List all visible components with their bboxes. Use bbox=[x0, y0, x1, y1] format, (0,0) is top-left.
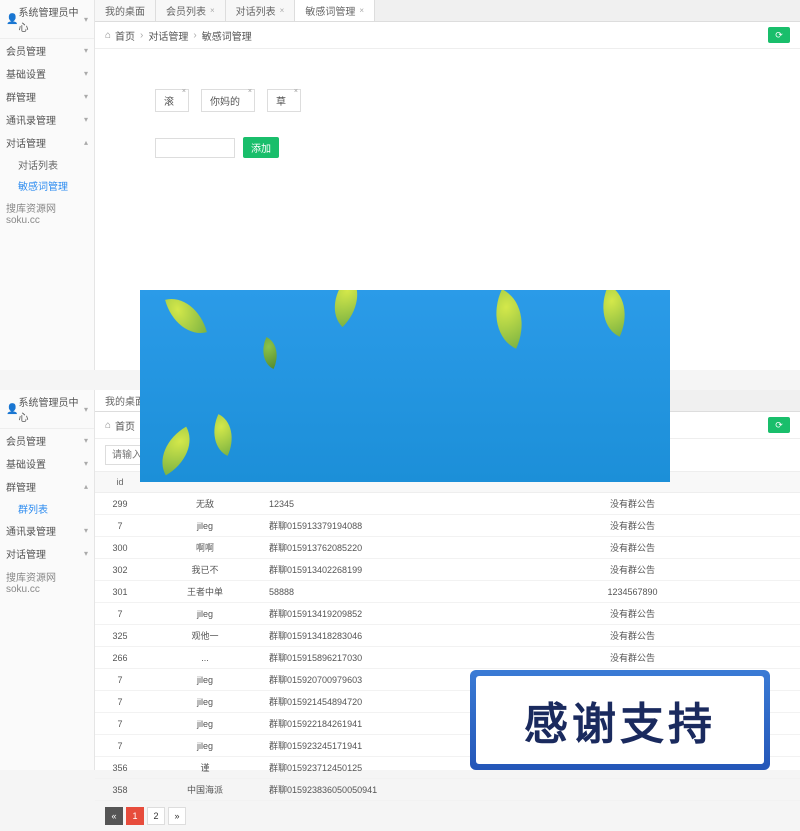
sidebar-footer: 搜库资源网soku.cc bbox=[0, 565, 94, 599]
leaf-icon bbox=[320, 290, 372, 327]
page-prev[interactable]: « bbox=[105, 807, 123, 825]
close-icon[interactable]: × bbox=[359, 6, 364, 15]
tab-sensitive[interactable]: 敏感词管理× bbox=[295, 0, 375, 21]
leaf-icon bbox=[204, 414, 242, 456]
close-icon[interactable]: × bbox=[248, 88, 252, 95]
user-icon: 👤 bbox=[6, 14, 18, 25]
refresh-button[interactable]: ⟳ bbox=[768, 27, 790, 43]
close-icon[interactable]: × bbox=[210, 6, 215, 15]
sidebar-item-group[interactable]: 群管理▴ bbox=[0, 475, 94, 498]
leaf-icon bbox=[150, 427, 202, 476]
sidebar-sub-grouplist[interactable]: 群列表 bbox=[0, 498, 94, 519]
refresh-button[interactable]: ⟳ bbox=[768, 417, 790, 433]
chevron-down-icon: ▾ bbox=[84, 549, 88, 558]
page-next[interactable]: » bbox=[168, 807, 186, 825]
close-icon[interactable]: × bbox=[182, 88, 186, 95]
table-row[interactable]: 7jileg群聊015913419209852没有群公告 bbox=[95, 603, 800, 625]
breadcrumb: ⌂ 首页 › 对话管理 › 敏感词管理 ⟳ bbox=[95, 22, 800, 49]
chevron-down-icon: ▾ bbox=[84, 405, 88, 414]
chevron-down-icon: ▾ bbox=[84, 46, 88, 55]
table-row[interactable]: 300啊啊群聊015913762085220没有群公告 bbox=[95, 537, 800, 559]
table-row[interactable]: 266...群聊015915896217030没有群公告 bbox=[95, 647, 800, 669]
sidebar-sub-sensitive[interactable]: 敏感词管理 bbox=[0, 175, 94, 196]
thanks-text: 感谢支持 bbox=[476, 676, 764, 764]
sidebar-header[interactable]: 👤 系统管理员中心 ▾ bbox=[0, 390, 94, 429]
crumb-home[interactable]: 首页 bbox=[115, 28, 135, 43]
home-icon: ⌂ bbox=[105, 420, 111, 431]
sidebar-item-member[interactable]: 会员管理▾ bbox=[0, 39, 94, 62]
sidebar-title: 系统管理员中心 bbox=[18, 394, 84, 424]
leaf-icon bbox=[591, 290, 638, 337]
chevron-down-icon: ▾ bbox=[84, 526, 88, 535]
sidebar-footer: 搜库资源网soku.cc bbox=[0, 196, 94, 230]
sidebar-item-contacts[interactable]: 通讯录管理▾ bbox=[0, 108, 94, 131]
sensitive-tag: 你妈的× bbox=[201, 89, 255, 112]
chevron-down-icon: ▾ bbox=[84, 115, 88, 124]
sidebar-header[interactable]: 👤 系统管理员中心 ▾ bbox=[0, 0, 94, 39]
sidebar-item-contacts[interactable]: 通讯录管理▾ bbox=[0, 519, 94, 542]
sidebar-item-dialog[interactable]: 对话管理▾ bbox=[0, 542, 94, 565]
table-row[interactable]: 325观他一群聊015913418283046没有群公告 bbox=[95, 625, 800, 647]
sidebar: 👤 系统管理员中心 ▾ 会员管理▾ 基础设置▾ 群管理▴ 群列表 通讯录管理▾ … bbox=[0, 390, 95, 770]
sensitive-tag: 草× bbox=[267, 89, 301, 112]
col-id[interactable]: id bbox=[95, 472, 145, 493]
leaf-icon bbox=[165, 292, 207, 341]
chevron-up-icon: ▴ bbox=[84, 138, 88, 147]
tab-desktop[interactable]: 我的桌面 bbox=[95, 0, 156, 21]
sidebar-item-member[interactable]: 会员管理▾ bbox=[0, 429, 94, 452]
close-icon[interactable]: × bbox=[294, 88, 298, 95]
chevron-down-icon: ▾ bbox=[84, 69, 88, 78]
sensitive-tag: 滚× bbox=[155, 89, 189, 112]
decorative-banner bbox=[140, 290, 670, 482]
user-icon: 👤 bbox=[6, 404, 18, 415]
tag-list: 滚× 你妈的× 草× bbox=[155, 89, 800, 112]
crumb-section[interactable]: 对话管理 bbox=[148, 28, 188, 43]
sidebar-title: 系统管理员中心 bbox=[18, 4, 84, 34]
page-1[interactable]: 1 bbox=[126, 807, 144, 825]
chevron-down-icon: ▾ bbox=[84, 459, 88, 468]
table-row[interactable]: 358中国海派群聊015923836050050941 bbox=[95, 779, 800, 801]
table-row[interactable]: 302我已不群聊015913402268199没有群公告 bbox=[95, 559, 800, 581]
sidebar: 👤 系统管理员中心 ▾ 会员管理▾ 基础设置▾ 群管理▾ 通讯录管理▾ 对话管理… bbox=[0, 0, 95, 370]
leaf-icon bbox=[255, 337, 284, 369]
table-row[interactable]: 301王者中单588881234567890 bbox=[95, 581, 800, 603]
tab-bar: 我的桌面 会员列表× 对话列表× 敏感词管理× bbox=[95, 0, 800, 22]
table-row[interactable]: 299无敌12345没有群公告 bbox=[95, 493, 800, 515]
sidebar-item-basic[interactable]: 基础设置▾ bbox=[0, 62, 94, 85]
add-word-input[interactable] bbox=[155, 138, 235, 158]
sidebar-sub-dialoglist[interactable]: 对话列表 bbox=[0, 154, 94, 175]
sidebar-item-dialog[interactable]: 对话管理▴ bbox=[0, 131, 94, 154]
table-row[interactable]: 7jileg群聊015913379194088没有群公告 bbox=[95, 515, 800, 537]
crumb-home[interactable]: 首页 bbox=[115, 418, 135, 433]
page-2[interactable]: 2 bbox=[147, 807, 165, 825]
sidebar-item-group[interactable]: 群管理▾ bbox=[0, 85, 94, 108]
chevron-up-icon: ▴ bbox=[84, 482, 88, 491]
pagination: « 1 2 » bbox=[95, 801, 800, 831]
leaf-icon bbox=[482, 290, 537, 349]
tab-dialoglist[interactable]: 对话列表× bbox=[226, 0, 296, 21]
chevron-down-icon: ▾ bbox=[84, 15, 88, 24]
home-icon: ⌂ bbox=[105, 30, 111, 41]
chevron-down-icon: ▾ bbox=[84, 436, 88, 445]
thanks-banner: 感谢支持 bbox=[470, 670, 770, 770]
close-icon[interactable]: × bbox=[280, 6, 285, 15]
crumb-page: 敏感词管理 bbox=[202, 28, 252, 43]
chevron-down-icon: ▾ bbox=[84, 92, 88, 101]
sidebar-item-basic[interactable]: 基础设置▾ bbox=[0, 452, 94, 475]
tab-memberlist[interactable]: 会员列表× bbox=[156, 0, 226, 21]
add-button[interactable]: 添加 bbox=[243, 137, 279, 158]
